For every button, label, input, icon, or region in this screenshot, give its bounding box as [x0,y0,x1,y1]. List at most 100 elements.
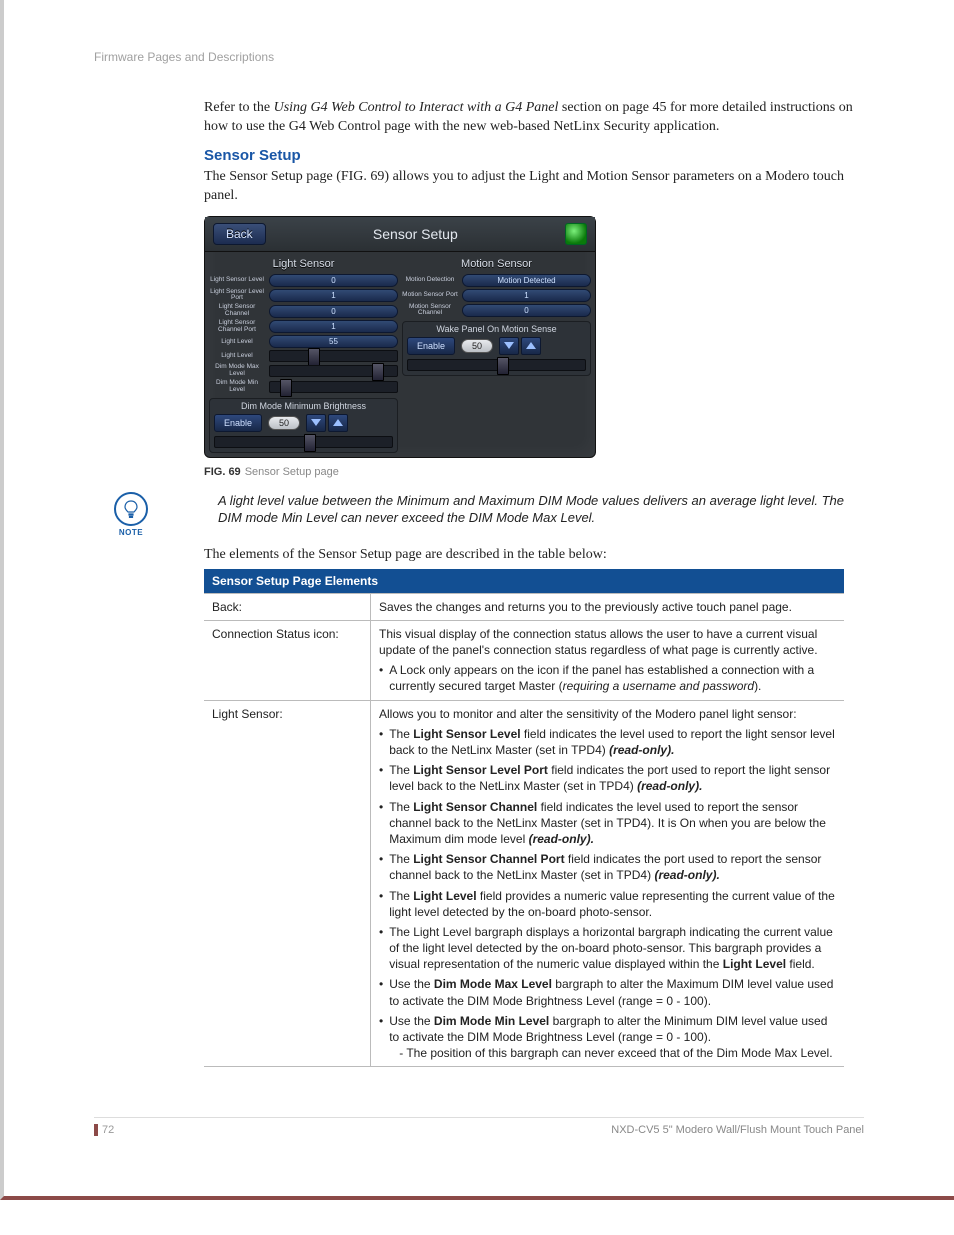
dim-mode-min-brightness-panel: Dim Mode Minimum Brightness Enable 50 [209,398,398,453]
light-sensor-channel-value: 0 [269,305,398,318]
note-label: NOTE [114,528,148,537]
bullet-item: The Light Sensor Channel Port field indi… [379,851,836,883]
row-label: Light Sensor: [204,700,371,1067]
bullet-item: A Lock only appears on the icon if the p… [379,662,836,694]
bullet-text-end: ). [754,679,761,693]
table-row: Connection Status icon: This visual disp… [204,620,844,700]
page-number: 72 [94,1124,114,1136]
light-level-value: 55 [269,335,398,348]
bullet-pre: The [389,763,413,777]
bullet-item: The Light Sensor Level Port field indica… [379,762,836,794]
bullet-pre: The [389,800,413,814]
bullet-readonly: (read-only). [654,868,719,882]
table-lead-text: The elements of the Sensor Setup page ar… [204,547,864,563]
bullet-bold: Light Sensor Channel Port [413,852,564,866]
note-text: A light level value between the Minimum … [218,492,864,527]
bullet-readonly: (read-only). [637,779,702,793]
wake-down-arrow-icon[interactable] [499,337,519,355]
bullet-item: Use the Dim Mode Max Level bargraph to a… [379,976,836,1008]
running-header: Firmware Pages and Descriptions [94,50,864,64]
light-sensor-level-value: 0 [269,274,398,287]
row-label: Connection Status icon: [204,620,371,700]
bullet-readonly: (read-only). [609,743,674,757]
intro-text-1: Refer to the [204,100,274,115]
row-desc-text: This visual display of the connection st… [379,626,836,658]
light-level-bargraph [269,350,398,362]
dim-min-level-bargraph[interactable] [269,381,398,393]
bullet-bold: Light Level [723,957,786,971]
motion-sensor-port-value: 1 [462,289,591,302]
dim-max-level-label: Dim Mode Max Level [209,364,265,378]
bullet-bold: Light Sensor Channel [413,800,537,814]
figure-caption: FIG. 69 Sensor Setup page [204,466,864,478]
wake-bargraph[interactable] [407,359,586,371]
bullet-pre: The [389,889,413,903]
row-desc-text: Allows you to monitor and alter the sens… [379,706,836,722]
row-desc: Saves the changes and returns you to the… [371,593,845,620]
bullet-mid: field. [786,957,815,971]
lightbulb-icon [114,492,148,526]
motion-detection-label: Motion Detection [402,277,458,284]
bullet-pre: Use the [389,977,434,991]
back-button[interactable]: Back [213,223,266,245]
row-desc: Allows you to monitor and alter the sens… [371,700,845,1067]
wake-enable-button[interactable]: Enable [407,337,455,355]
dim-min-level-label: Dim Mode Min Level [209,380,265,394]
bullet-bold: Light Sensor Level [413,727,520,741]
dim-max-level-bargraph[interactable] [269,365,398,377]
bullet-item: The Light Sensor Level field indicates t… [379,726,836,758]
bullet-subnote: - The position of this bargraph can neve… [399,1045,836,1061]
bullet-pre: Use the [389,1014,434,1028]
motion-sensor-channel-label: Motion Sensor Channel [402,304,458,318]
dim-brightness-bargraph[interactable] [214,436,393,448]
dim-up-arrow-icon[interactable] [328,414,348,432]
intro-paragraph: Refer to the Using G4 Web Control to Int… [204,99,864,137]
sensor-setup-panel: Back Sensor Setup Light Sensor Light Sen… [204,216,596,458]
page-footer: 72 NXD-CV5 5" Modero Wall/Flush Mount To… [94,1117,864,1136]
section-title: Sensor Setup [204,147,864,164]
bullet-readonly: (read-only). [529,832,594,846]
light-level-bar-label: Light Level [209,353,265,360]
panel-title: Sensor Setup [266,226,565,242]
bullet-italic: requiring a username and password [563,679,754,693]
bullet-item: Use the Dim Mode Min Level bargraph to a… [379,1013,836,1062]
dim-value: 50 [268,416,300,430]
bullet-bold: Dim Mode Max Level [434,977,552,991]
light-sensor-channel-label: Light Sensor Channel [209,304,265,318]
motion-sensor-channel-value: 0 [462,304,591,317]
motion-sensor-port-label: Motion Sensor Port [402,292,458,299]
wake-panel-section: Wake Panel On Motion Sense Enable 50 [402,321,591,376]
dim-mode-title: Dim Mode Minimum Brightness [214,401,393,411]
bullet-item: The Light Level bargraph displays a hori… [379,924,836,973]
wake-up-arrow-icon[interactable] [521,337,541,355]
light-sensor-channel-port-value: 1 [269,320,398,333]
wake-value: 50 [461,339,493,353]
light-sensor-heading: Light Sensor [209,256,398,272]
light-level-label: Light Level [209,339,265,346]
row-label: Back: [204,593,371,620]
figure-number: FIG. 69 [204,466,241,478]
connection-status-icon [565,223,587,245]
dim-down-arrow-icon[interactable] [306,414,326,432]
bullet-pre: The [389,852,413,866]
bullet-bold: Dim Mode Min Level [434,1014,549,1028]
bullet-item: The Light Level field provides a numeric… [379,888,836,920]
row-desc: This visual display of the connection st… [371,620,845,700]
intro-italic: Using G4 Web Control to Interact with a … [274,100,559,115]
table-row: Light Sensor: Allows you to monitor and … [204,700,844,1067]
section-body: The Sensor Setup page (FIG. 69) allows y… [204,168,864,206]
elements-table: Sensor Setup Page Elements Back: Saves t… [204,569,844,1068]
light-sensor-channel-port-label: Light Sensor Channel Port [209,320,265,334]
light-sensor-level-label: Light Sensor Level [209,277,265,284]
light-sensor-level-port-label: Light Sensor Level Port [209,289,265,303]
motion-detection-value: Motion Detected [462,274,591,287]
table-row: Back: Saves the changes and returns you … [204,593,844,620]
light-sensor-level-port-value: 1 [269,289,398,302]
wake-panel-title: Wake Panel On Motion Sense [407,324,586,334]
figure-label: Sensor Setup page [245,466,339,478]
footer-model: NXD-CV5 5" Modero Wall/Flush Mount Touch… [611,1124,864,1136]
dim-enable-button[interactable]: Enable [214,414,262,432]
bullet-pre: The [389,727,413,741]
bullet-bold: Light Level [413,889,476,903]
bullet-bold: Light Sensor Level Port [413,763,548,777]
